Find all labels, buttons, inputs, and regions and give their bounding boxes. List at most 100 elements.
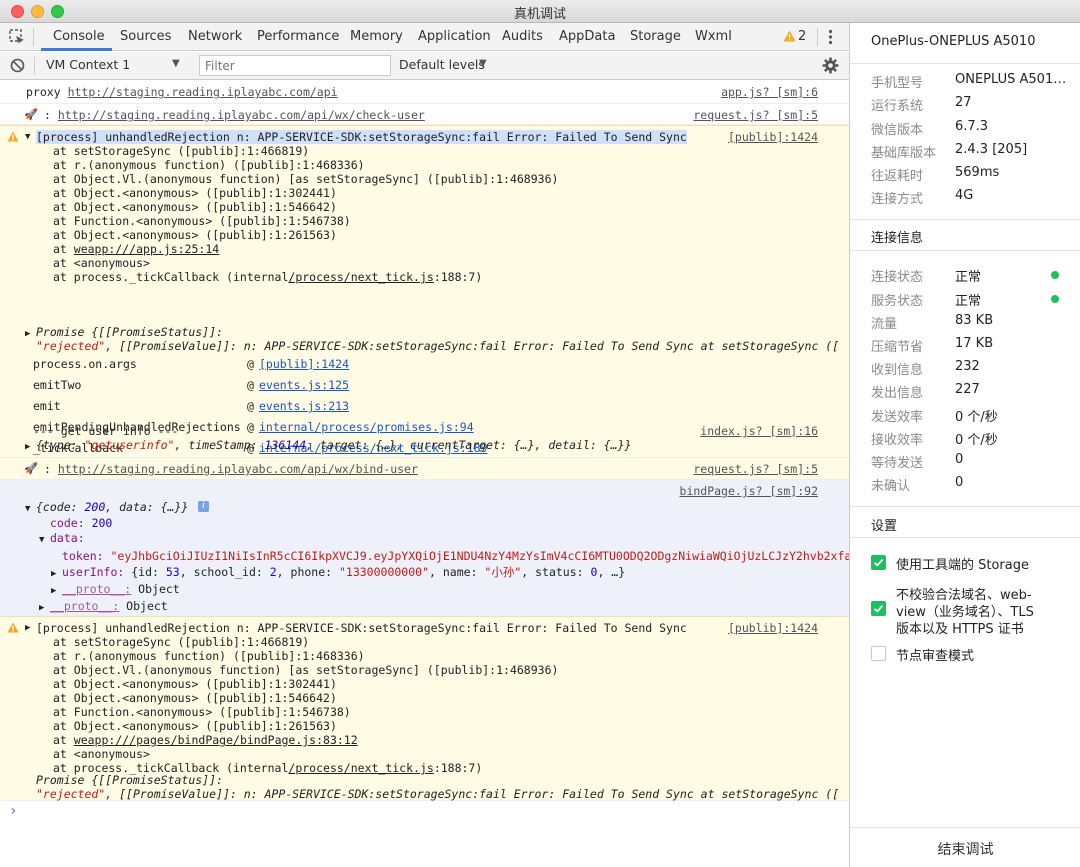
obj-text: {id: bbox=[124, 565, 166, 579]
promise-summary[interactable]: Promise {[[PromiseStatus]]: bbox=[36, 325, 223, 339]
active-tab-indicator bbox=[41, 48, 112, 51]
call-link[interactable]: events.js:213 bbox=[259, 399, 349, 413]
conn-value: 232 bbox=[955, 359, 980, 374]
userinfo-field[interactable]: userInfo: {id: 53, school_id: 2, phone: … bbox=[62, 565, 625, 579]
stack-frame: at Object.<anonymous> ([publib]:1:546642… bbox=[53, 691, 337, 705]
status-ok-dot bbox=[1051, 271, 1059, 279]
tab-performance[interactable]: Performance bbox=[257, 29, 339, 44]
end-debug-label[interactable]: 结束调试 bbox=[850, 839, 1080, 859]
log-message: : http://staging.reading.iplayabc.com/ap… bbox=[44, 108, 425, 122]
expand-triangle-icon[interactable]: ▶ bbox=[25, 621, 30, 635]
tab-network[interactable]: Network bbox=[188, 29, 242, 44]
settings-section-header: 设置 bbox=[850, 506, 1080, 538]
warning-message[interactable]: [process] unhandledRejection n: APP-SERV… bbox=[36, 130, 687, 144]
log-levels-select[interactable]: Default levels bbox=[399, 57, 485, 72]
stack-frame: at weapp:///app.js:25:14 bbox=[53, 242, 558, 256]
context-dropdown-icon[interactable]: ▼ bbox=[172, 58, 180, 69]
expand-triangle-icon[interactable]: ▼ bbox=[25, 502, 30, 516]
warning-icon bbox=[7, 622, 19, 633]
node-inspect-checkbox[interactable] bbox=[871, 646, 886, 661]
stack-frame-link[interactable]: weapp:///pages/bindPage/bindPage.js:83:1… bbox=[74, 733, 358, 747]
expand-triangle-icon[interactable]: ▶ bbox=[25, 440, 30, 454]
stack-frame: at Object.<anonymous> ([publib]:1:302441… bbox=[53, 186, 337, 200]
warning-message[interactable]: [process] unhandledRejection n: APP-SERV… bbox=[36, 621, 687, 635]
stack-frame-prefix: at bbox=[53, 242, 74, 256]
warning-icon[interactable] bbox=[783, 30, 796, 42]
conn-value: 0 bbox=[955, 452, 964, 467]
log-text: : bbox=[44, 462, 51, 476]
tab-sources[interactable]: Sources bbox=[120, 29, 171, 44]
levels-dropdown-icon[interactable]: ▼ bbox=[479, 58, 487, 69]
end-debug-button[interactable]: 结束调试 bbox=[850, 827, 1080, 867]
info-label: 手机型号 bbox=[871, 76, 924, 91]
obj-key: __proto__: bbox=[62, 582, 132, 596]
expand-triangle-icon[interactable]: ▼ bbox=[25, 130, 30, 144]
stack-frame-link[interactable]: weapp:///app.js:25:14 bbox=[74, 242, 219, 256]
expand-triangle-icon[interactable]: ▼ bbox=[39, 533, 44, 547]
stack-frame-link[interactable]: /process/next_tick.js bbox=[288, 761, 433, 775]
stack-frame-link[interactable]: /process/next_tick.js bbox=[288, 270, 433, 284]
info-value: ONEPLUS A501… bbox=[955, 72, 1067, 87]
obj-string: "小孙" bbox=[484, 565, 522, 579]
setting-label[interactable]: 版本以及 HTTPS 证书 bbox=[896, 618, 1024, 637]
warning-icon bbox=[7, 131, 19, 142]
log-source-link[interactable]: request.js? [sm]:5 bbox=[693, 462, 818, 476]
expand-triangle-icon[interactable]: ▶ bbox=[25, 327, 30, 341]
conn-label: 接收效率 bbox=[871, 433, 924, 448]
obj-text: , phone: bbox=[276, 565, 339, 579]
promise-summary[interactable]: Promise {[[PromiseStatus]]: bbox=[36, 773, 223, 787]
checkmark-icon bbox=[873, 604, 884, 613]
call-link[interactable]: events.js:125 bbox=[259, 378, 349, 392]
token-field: token: "eyJhbGciOiJIUzI1NiIsInR5cCI6IkpX… bbox=[62, 549, 849, 563]
section-title: 连接信息 bbox=[871, 231, 924, 246]
info-label: 连接方式 bbox=[871, 192, 924, 207]
data-field[interactable]: data: bbox=[50, 531, 85, 545]
log-source-link[interactable]: [publib]:1424 bbox=[728, 130, 818, 144]
expand-triangle-icon[interactable]: ▶ bbox=[39, 601, 44, 615]
log-url[interactable]: http://staging.reading.iplayabc.com/api/… bbox=[58, 108, 425, 122]
settings-gear-icon[interactable] bbox=[822, 57, 839, 74]
console-prompt[interactable]: › bbox=[9, 804, 17, 818]
device-name: OnePlus-ONEPLUS A5010 bbox=[871, 34, 1036, 49]
log-source-link[interactable]: index.js? [sm]:16 bbox=[700, 424, 818, 438]
tab-divider bbox=[33, 28, 34, 46]
log-source-link[interactable]: bindPage.js? [sm]:92 bbox=[680, 484, 818, 498]
tab-appdata[interactable]: AppData bbox=[559, 29, 615, 44]
call-at: @ bbox=[247, 357, 254, 371]
warning-count[interactable]: 2 bbox=[798, 29, 806, 44]
expand-triangle-icon[interactable]: ▶ bbox=[51, 567, 56, 581]
info-badge-icon[interactable]: i bbox=[198, 501, 209, 512]
setting-label[interactable]: 使用工具端的 Storage bbox=[896, 554, 1029, 573]
log-url[interactable]: http://staging.reading.iplayabc.com/api/… bbox=[58, 462, 418, 476]
conn-label: 发送效率 bbox=[871, 410, 924, 425]
tab-storage[interactable]: Storage bbox=[630, 29, 681, 44]
call-link[interactable]: [publib]:1424 bbox=[259, 357, 349, 371]
stack-frame: at Object.Vl.(anonymous function) [as se… bbox=[53, 663, 559, 677]
more-menu-icon[interactable] bbox=[828, 29, 833, 45]
event-object[interactable]: {type: "getuserinfo", timeStamp: 136144,… bbox=[36, 438, 631, 452]
proto-field[interactable]: __proto__: Object bbox=[62, 582, 180, 596]
proto-field[interactable]: __proto__: Object bbox=[50, 599, 168, 613]
log-source-link[interactable]: [publib]:1424 bbox=[728, 621, 818, 635]
filter-input[interactable] bbox=[199, 55, 391, 76]
tab-console[interactable]: Console bbox=[53, 29, 105, 44]
context-select[interactable]: VM Context 1 bbox=[46, 57, 130, 72]
object-summary[interactable]: {code: 200, data: {…}} bbox=[36, 500, 188, 514]
log-source-link[interactable]: app.js? [sm]:6 bbox=[721, 85, 818, 99]
setting-label[interactable]: 节点审查模式 bbox=[896, 645, 974, 664]
tab-memory[interactable]: Memory bbox=[350, 29, 403, 44]
tab-audits[interactable]: Audits bbox=[502, 29, 543, 44]
obj-key: token: bbox=[62, 549, 104, 563]
skip-domain-check-checkbox[interactable] bbox=[871, 601, 886, 616]
console-output: proxy http://staging.reading.iplayabc.co… bbox=[0, 81, 849, 867]
conn-value: 0 bbox=[955, 475, 964, 490]
use-tool-storage-checkbox[interactable] bbox=[871, 555, 886, 570]
tab-application[interactable]: Application bbox=[418, 29, 491, 44]
devtools-tab-bar: Console Sources Network Performance Memo… bbox=[0, 23, 849, 51]
clear-console-icon[interactable] bbox=[10, 58, 25, 73]
log-url[interactable]: http://staging.reading.iplayabc.com/api bbox=[68, 85, 338, 99]
tab-wxml[interactable]: Wxml bbox=[695, 29, 732, 44]
log-source-link[interactable]: request.js? [sm]:5 bbox=[693, 108, 818, 122]
inspect-element-icon[interactable] bbox=[9, 29, 26, 45]
expand-triangle-icon[interactable]: ▶ bbox=[51, 584, 56, 598]
